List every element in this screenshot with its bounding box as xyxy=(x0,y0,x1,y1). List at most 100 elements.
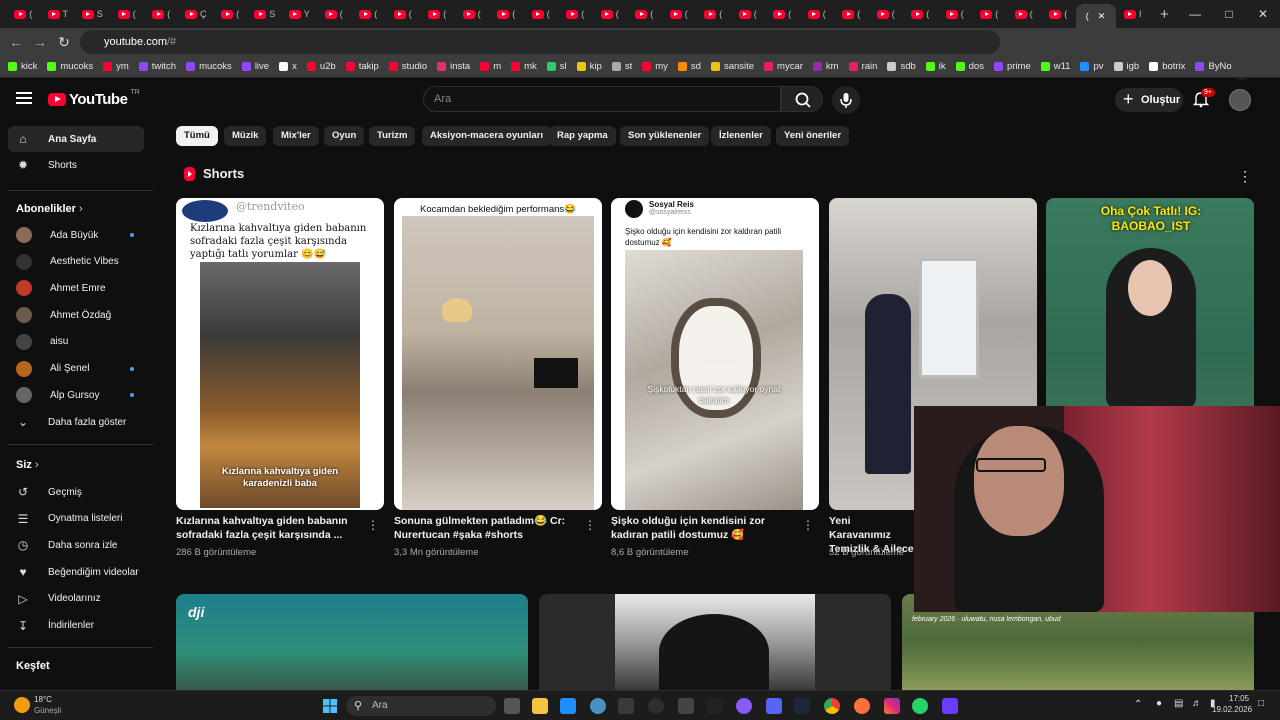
bookmark-item[interactable]: mucoks xyxy=(186,61,232,72)
sidebar-item-shorts[interactable]: ✹ Shorts xyxy=(8,152,144,178)
account-avatar[interactable] xyxy=(1229,89,1251,111)
video-thumbnail[interactable]: dji xyxy=(176,594,528,690)
windows-start-icon[interactable] xyxy=(322,698,338,714)
sidebar-subscription[interactable]: aisu xyxy=(8,329,144,355)
back-icon[interactable]: ← xyxy=(4,34,28,50)
app-icon[interactable] xyxy=(706,698,722,714)
sidebar-subscription[interactable]: Alp Gursoy xyxy=(8,382,144,408)
browser-tab[interactable]: T xyxy=(41,3,76,25)
bookmark-item[interactable]: km xyxy=(812,61,839,72)
browser-tab[interactable]: ( xyxy=(455,3,490,25)
browser-tab[interactable]: ( xyxy=(869,3,904,25)
clock-time[interactable]: 17:05 xyxy=(1229,694,1249,703)
bookmark-item[interactable]: my xyxy=(642,61,668,72)
sidebar-subscription[interactable]: Ahmet Emre xyxy=(8,275,144,301)
sidebar-item-home[interactable]: ⌂ Ana Sayfa xyxy=(8,126,144,152)
create-button[interactable]: Oluştur xyxy=(1115,87,1183,112)
bookmark-item[interactable]: live xyxy=(241,61,269,72)
bookmark-item[interactable]: dos xyxy=(955,61,984,72)
bookmark-item[interactable]: st xyxy=(611,61,632,72)
bookmark-item[interactable]: x xyxy=(279,61,297,72)
bookmark-item[interactable]: ym xyxy=(103,61,129,72)
show-more-button[interactable]: ⌄ Daha fazla göster xyxy=(8,409,144,435)
sidebar-subscription[interactable]: Aesthetic Vibes xyxy=(8,249,144,275)
browser-tab[interactable]: I xyxy=(1116,3,1151,25)
app-icon[interactable] xyxy=(618,698,634,714)
browser-tab[interactable]: ( xyxy=(938,3,973,25)
bookmark-item[interactable]: m xyxy=(480,61,501,72)
bookmark-item[interactable]: sl xyxy=(546,61,567,72)
short-menu-icon[interactable]: ⋮ xyxy=(584,518,596,532)
discord-icon[interactable] xyxy=(766,698,782,714)
sidebar-item[interactable]: ♥ Beğendiğim videolar xyxy=(8,559,144,585)
store-icon[interactable] xyxy=(560,698,576,714)
short-menu-icon[interactable]: ⋮ xyxy=(802,518,814,532)
voice-search-button[interactable] xyxy=(832,86,860,114)
app-icon[interactable] xyxy=(678,698,694,714)
network-icon[interactable]: ▤ xyxy=(1174,698,1183,709)
sidebar-subscription[interactable]: Ahmet Özdağ xyxy=(8,302,144,328)
browser-tab[interactable]: ( xyxy=(731,3,766,25)
sidebar-subscription[interactable]: Ada Büyük xyxy=(8,222,144,248)
browser-tab[interactable]: ( xyxy=(144,3,179,25)
reload-icon[interactable]: ↻ xyxy=(52,34,76,51)
browser-tab[interactable]: ( xyxy=(800,3,835,25)
browser-tab[interactable]: ( xyxy=(110,3,145,25)
video-thumbnail[interactable] xyxy=(539,594,891,690)
bookmark-item[interactable]: prime xyxy=(993,61,1031,72)
sidebar-item[interactable]: ▷ Videolarınız xyxy=(8,586,144,612)
bookmark-item[interactable]: insta xyxy=(437,61,470,72)
bookmark-item[interactable]: sdb xyxy=(887,61,916,72)
browser-tab[interactable]: ( xyxy=(317,3,352,25)
sidebar-subscription[interactable]: Ali Şenel xyxy=(8,356,144,382)
tray-chevron-icon[interactable]: ⌃ xyxy=(1134,699,1142,710)
bookmark-item[interactable]: mucoks xyxy=(47,61,93,72)
tab-close-icon[interactable]: ✕ xyxy=(1098,11,1106,22)
mic-tray-icon[interactable]: ● xyxy=(1156,698,1162,709)
bookmark-item[interactable]: studio xyxy=(388,61,427,72)
whatsapp-icon[interactable] xyxy=(912,698,928,714)
bookmark-item[interactable]: sd xyxy=(677,61,701,72)
browser-tab[interactable]: ( xyxy=(558,3,593,25)
filter-chip[interactable]: Rap yapma xyxy=(549,126,616,146)
browser-tab[interactable]: ( xyxy=(593,3,628,25)
short-title[interactable]: Sonuna gülmekten patladım😂 Cr: Nurertuca… xyxy=(394,514,574,542)
bookmark-item[interactable]: botrix xyxy=(1149,61,1185,72)
short-card[interactable]: @trendviteo Kızlarına kahvaltıya giden b… xyxy=(176,198,384,510)
filter-chip[interactable]: İzlenenler xyxy=(711,126,771,146)
browser-tab[interactable]: ( xyxy=(386,3,421,25)
bookmark-item[interactable]: takip xyxy=(345,61,379,72)
chrome-icon[interactable] xyxy=(824,698,840,714)
forward-icon[interactable]: → xyxy=(28,34,52,50)
clock-date[interactable]: 19.02.2026 xyxy=(1212,705,1252,714)
bookmark-item[interactable]: pv xyxy=(1080,61,1104,72)
volume-icon[interactable]: ♬ xyxy=(1192,698,1202,709)
bookmark-item[interactable]: twitch xyxy=(138,61,176,72)
weather-icon[interactable] xyxy=(14,697,30,713)
filter-chip[interactable]: Oyun xyxy=(324,126,365,146)
browser-tab[interactable]: ( xyxy=(351,3,386,25)
browser-tab[interactable]: ( xyxy=(696,3,731,25)
hamburger-menu-icon[interactable] xyxy=(16,92,32,104)
browser-tab[interactable]: S xyxy=(75,3,110,25)
taskbar-search[interactable]: Ara xyxy=(346,696,496,716)
browser-tab[interactable]: ( xyxy=(489,3,524,25)
browser-tab[interactable]: ( xyxy=(627,3,662,25)
you-header[interactable]: Siz › xyxy=(16,459,39,471)
search-button[interactable] xyxy=(781,86,823,112)
short-menu-icon[interactable]: ⋮ xyxy=(367,518,379,532)
bookmark-item[interactable]: ByNo xyxy=(1195,61,1232,72)
task-view-icon[interactable] xyxy=(504,698,520,714)
browser-tab[interactable]: ( xyxy=(972,3,1007,25)
filter-chip[interactable]: Mix'ler xyxy=(273,126,319,146)
filter-chip[interactable]: Yeni öneriler xyxy=(776,126,850,146)
browser-tab[interactable]: ( xyxy=(1041,3,1076,25)
app-icon[interactable] xyxy=(648,698,664,714)
browser-tab[interactable]: S xyxy=(248,3,283,25)
new-tab-icon[interactable]: + xyxy=(1160,6,1169,23)
bookmark-item[interactable]: mycar xyxy=(764,61,803,72)
browser-tab[interactable]: Ç xyxy=(179,3,214,25)
sidebar-item[interactable]: ↺ Geçmiş xyxy=(8,479,144,505)
browser-tab[interactable]: ( xyxy=(420,3,455,25)
maximize-icon[interactable]: □ xyxy=(1212,0,1246,28)
